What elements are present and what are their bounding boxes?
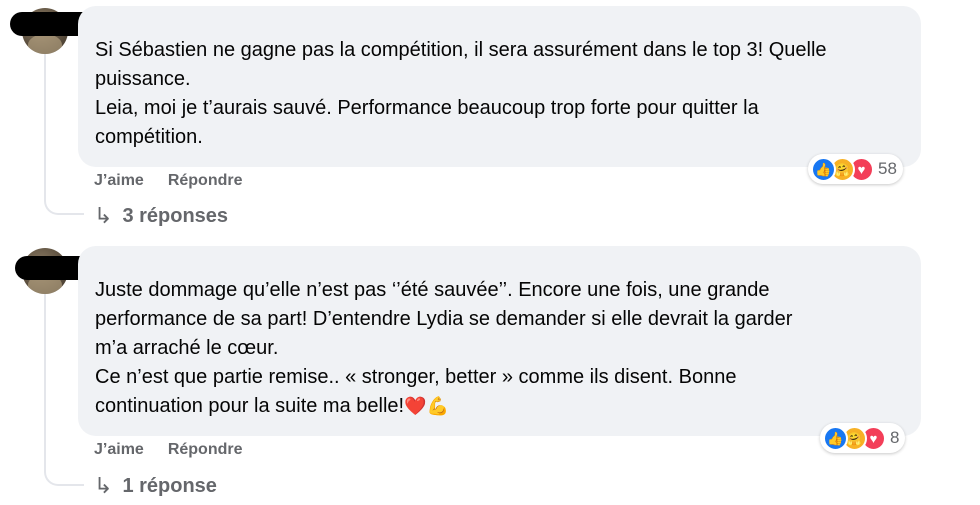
comment-bubble: Juste dommage qu’elle n’est pas ‘’été sa… bbox=[78, 246, 921, 436]
reply-button[interactable]: Répondre bbox=[168, 441, 243, 459]
comment-actions: J’aime Répondre bbox=[94, 172, 242, 190]
like-button[interactable]: J’aime bbox=[94, 441, 144, 459]
reaction-count: 58 bbox=[878, 159, 897, 178]
comment-bubble: Si Sébastien ne gagne pas la compétition… bbox=[78, 6, 921, 167]
reply-button[interactable]: Répondre bbox=[168, 172, 243, 190]
view-replies-link[interactable]: ↳ 1 réponse bbox=[94, 473, 217, 499]
reactions-summary[interactable]: 👍 🤗 ♥ 58 bbox=[808, 154, 903, 184]
reaction-count: 8 bbox=[890, 428, 900, 447]
comment-actions: J’aime Répondre bbox=[94, 441, 242, 459]
like-button[interactable]: J’aime bbox=[94, 172, 144, 190]
view-replies-link[interactable]: ↳ 3 réponses bbox=[94, 203, 228, 229]
like-icon: 👍 bbox=[811, 156, 836, 182]
comment-text: Juste dommage qu’elle n’est pas ‘’été sa… bbox=[95, 276, 901, 421]
replies-label: 3 réponses bbox=[122, 204, 229, 227]
comment-emoji: ❤️💪 bbox=[404, 396, 449, 416]
reply-arrow-icon: ↳ bbox=[94, 473, 113, 498]
reactions-summary[interactable]: 👍 🤗 ♥ 8 bbox=[820, 423, 906, 453]
reply-arrow-icon: ↳ bbox=[94, 203, 113, 228]
like-icon: 👍 bbox=[823, 425, 848, 451]
comment-text: Si Sébastien ne gagne pas la compétition… bbox=[95, 39, 827, 148]
replies-label: 1 réponse bbox=[122, 474, 217, 497]
